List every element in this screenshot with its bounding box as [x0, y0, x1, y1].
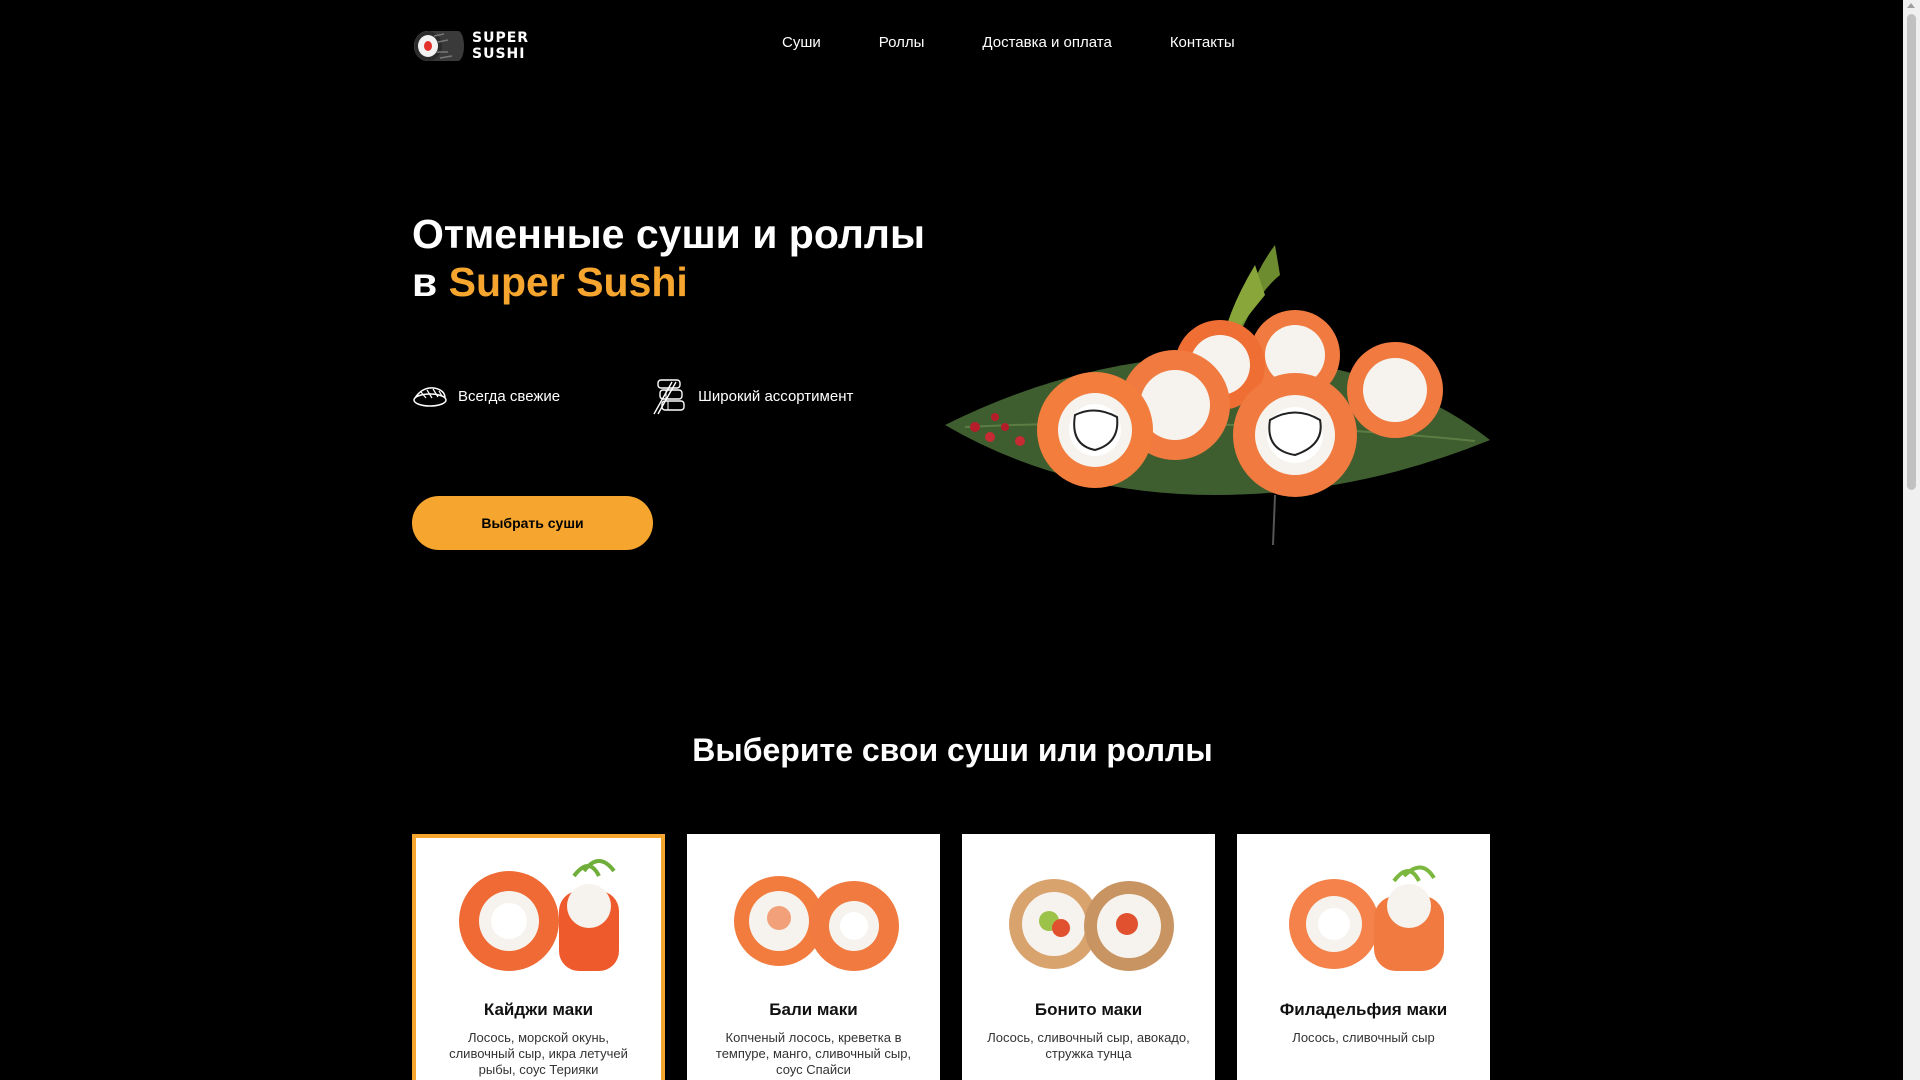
- scrollbar-thumb[interactable]: [1907, 14, 1916, 490]
- hero-title: Отменные суши и роллы в Super Sushi: [412, 210, 925, 306]
- product-image: [733, 876, 899, 971]
- hero-sushi-image: [945, 245, 1490, 546]
- hero-title-prefix: в: [412, 259, 449, 305]
- features-list: Всегда свежие Широкий ассортимент: [412, 376, 853, 416]
- main-nav: Суши Роллы Доставка и оплата Контакты: [782, 34, 1293, 51]
- logo-line-1: SUPER: [472, 30, 530, 46]
- logo-line-2: SUSHI: [472, 46, 526, 62]
- product-list: Кайджи маки Лосось, морской окунь, сливо…: [412, 834, 1512, 1080]
- product-description: Лосось, морской окунь, сливочный сыр, ик…: [449, 1030, 628, 1077]
- feature-fresh-label: Всегда свежие: [458, 387, 561, 405]
- hero-title-line-1: Отменные суши и роллы: [412, 211, 925, 257]
- feature-fresh: Всегда свежие: [412, 383, 560, 409]
- product-card[interactable]: Кайджи маки Лосось, морской окунь, сливо…: [412, 834, 665, 1080]
- header: SUPER SUSHI Суши Роллы Доставка и оплата…: [412, 24, 1492, 64]
- nav-item-rolls[interactable]: Роллы: [879, 34, 925, 51]
- logo-roll-icon: [414, 31, 464, 61]
- product-image: [1008, 879, 1174, 971]
- product-name: Филадельфия маки: [1279, 1000, 1448, 1019]
- logo[interactable]: SUPER SUSHI: [412, 28, 529, 64]
- sushi-fresh-icon: [413, 387, 447, 407]
- product-name: Кайджи маки: [483, 1000, 594, 1019]
- product-description: Копченый лосось, креветка в темпуре, ман…: [715, 1030, 912, 1077]
- product-name: Бонито маки: [1034, 1000, 1143, 1019]
- product-image: [458, 859, 619, 971]
- feature-assortment: Широкий ассортимент: [650, 376, 853, 416]
- sushi-assortment-icon: [653, 379, 685, 415]
- product-image: [1288, 865, 1444, 971]
- hero-title-accent: Super Sushi: [448, 259, 688, 305]
- scrollbar[interactable]: [1903, 0, 1920, 1080]
- logo-text: SUPER SUSHI: [472, 30, 529, 62]
- product-card[interactable]: Филадельфия маки Лосось, сливочный сыр: [1237, 834, 1490, 1080]
- product-description: Лосось, сливочный сыр, авокадо, стружка …: [987, 1030, 1190, 1061]
- product-description: Лосось, сливочный сыр: [1292, 1030, 1435, 1045]
- nav-item-sushi[interactable]: Суши: [782, 34, 821, 51]
- product-name: Бали маки: [769, 1000, 858, 1019]
- nav-item-delivery[interactable]: Доставка и оплата: [982, 34, 1111, 51]
- scroll-up-icon[interactable]: [1907, 3, 1915, 8]
- feature-assortment-label: Широкий ассортимент: [698, 387, 854, 405]
- section-title: Выберите свои суши или роллы: [692, 732, 1213, 768]
- page: SUPER SUSHI Суши Роллы Доставка и оплата…: [0, 0, 1920, 1080]
- product-card[interactable]: Бали маки Копченый лосось, креветка в те…: [687, 834, 940, 1080]
- choose-sushi-button[interactable]: Выбрать суши: [412, 496, 653, 550]
- product-card[interactable]: Бонито маки Лосось, сливочный сыр, авока…: [962, 834, 1215, 1080]
- nav-item-contacts[interactable]: Контакты: [1170, 34, 1235, 51]
